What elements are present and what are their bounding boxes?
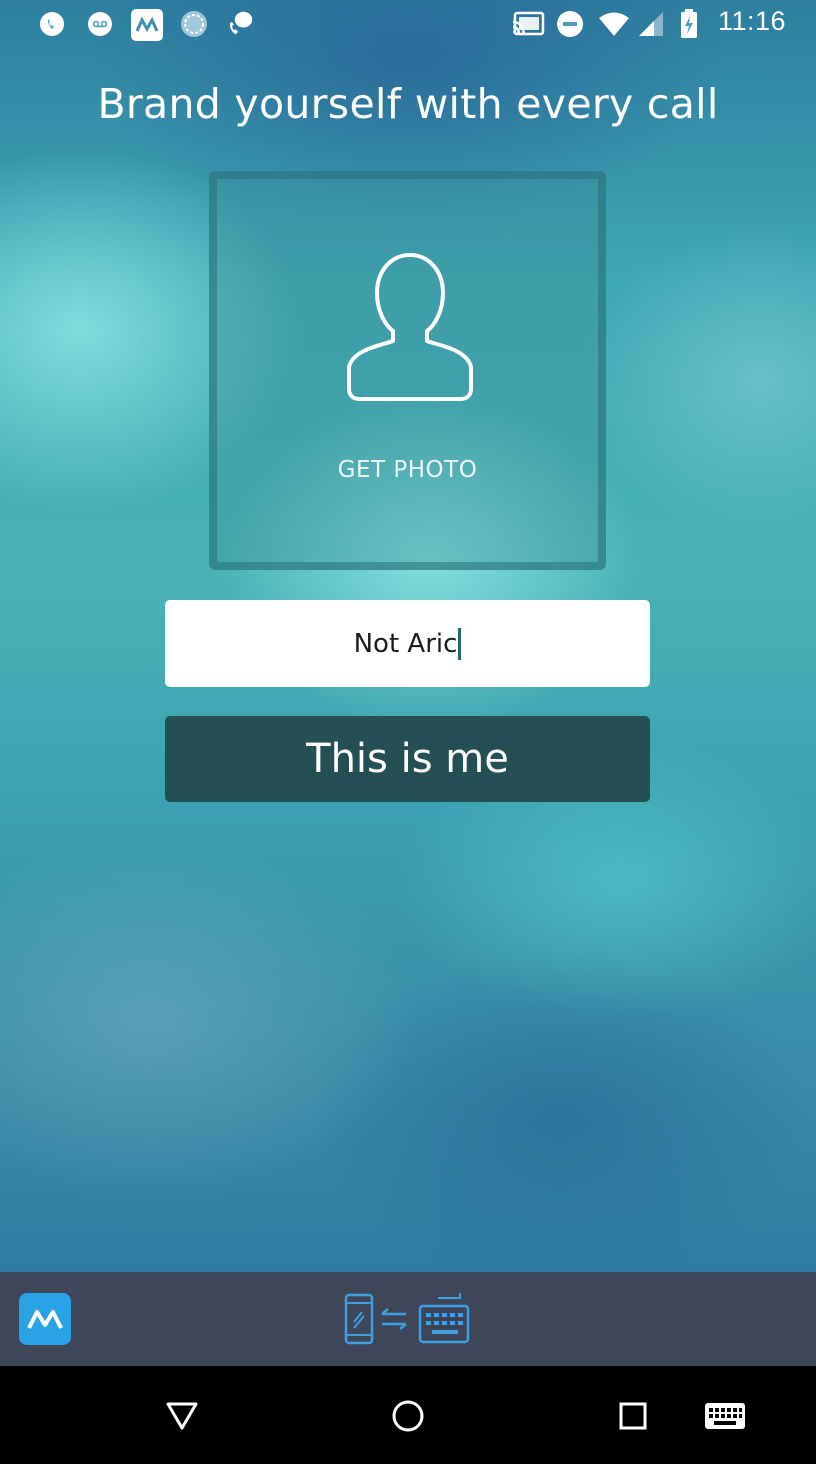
name-input[interactable]: Not Aric <box>165 600 650 687</box>
apowermirror-logo-icon[interactable] <box>19 1293 71 1345</box>
recents-icon[interactable] <box>611 1394 655 1438</box>
home-icon[interactable] <box>386 1394 430 1438</box>
missed-call-icon <box>226 10 254 38</box>
this-is-me-button[interactable]: This is me <box>165 716 650 802</box>
battery-charging-icon <box>678 9 700 38</box>
cast-icon <box>510 10 546 38</box>
phone-to-keyboard-icon[interactable] <box>342 1292 472 1348</box>
get-photo-label: GET PHOTO <box>337 457 478 483</box>
text-caret <box>458 627 462 660</box>
back-icon[interactable] <box>160 1394 204 1438</box>
status-bar: 11:16 <box>0 0 816 50</box>
apowermirror-icon <box>130 8 164 42</box>
navigation-bar <box>0 1366 816 1464</box>
sync-circle-icon <box>180 10 208 38</box>
keyboard-icon[interactable] <box>703 1394 747 1438</box>
do-not-disturb-icon <box>556 10 584 38</box>
page-title: Brand yourself with every call <box>97 80 719 128</box>
phone-icon <box>38 10 66 38</box>
get-photo-button[interactable]: GET PHOTO <box>209 171 606 570</box>
person-outline-icon <box>343 249 477 407</box>
voicemail-icon <box>86 10 114 38</box>
wifi-icon <box>597 10 631 38</box>
name-input-value: Not Aric <box>353 628 458 659</box>
signal-icon <box>636 10 666 38</box>
app-bar <box>0 1272 816 1366</box>
status-time: 11:16 <box>717 6 786 36</box>
